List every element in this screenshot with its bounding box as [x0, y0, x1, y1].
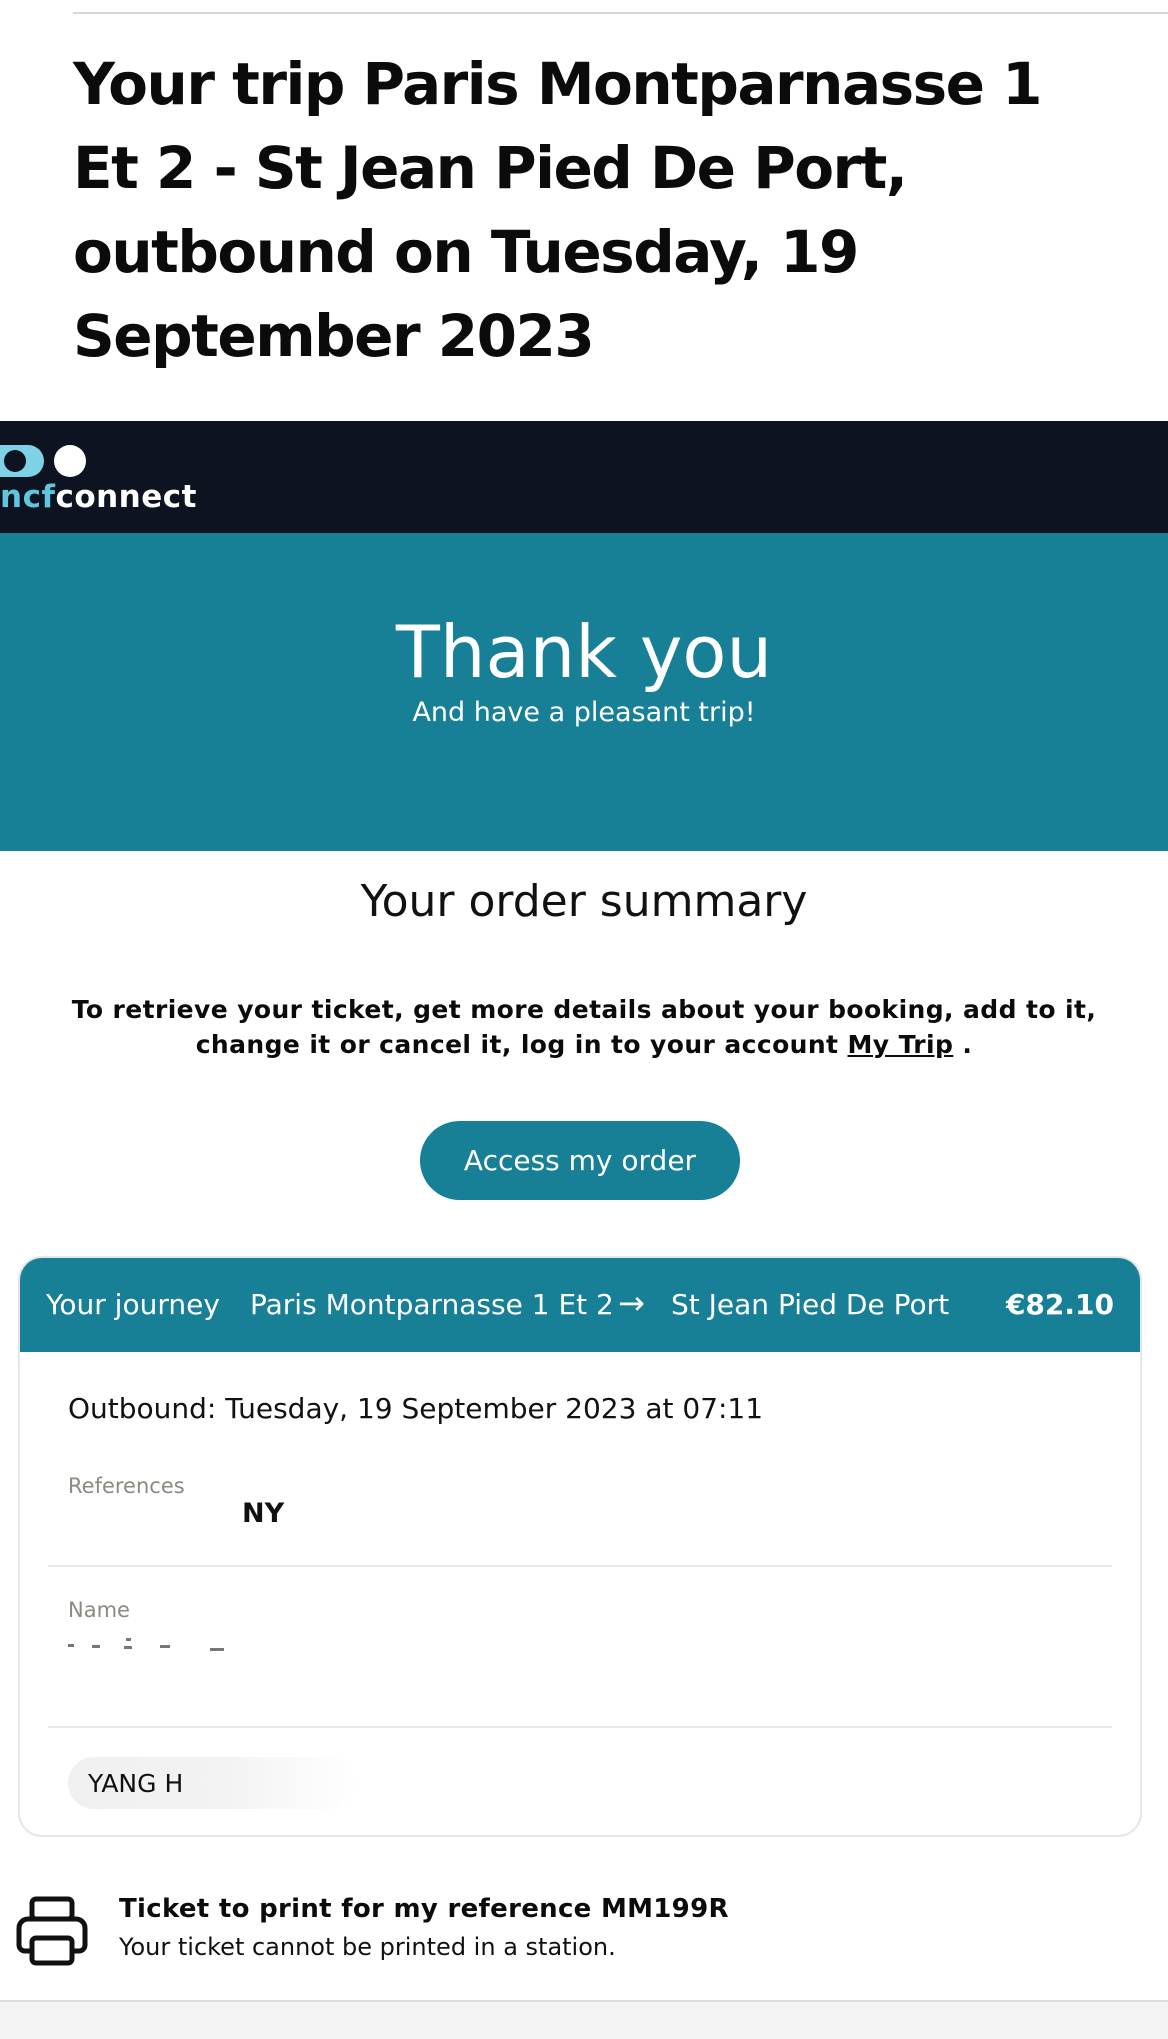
- ticket-print-title: Ticket to print for my reference MM199R: [119, 1894, 729, 1924]
- brand-header-bar: [0, 421, 1168, 533]
- hero-subtitle: And have a pleasant trip!: [412, 697, 756, 728]
- journey-card: Your journey Paris Montparnasse 1 Et 2 →…: [18, 1256, 1142, 1837]
- references-label: References: [68, 1474, 185, 1498]
- logo-toggle-knob: [4, 450, 26, 472]
- bottom-bar: [0, 2000, 1168, 2039]
- name-value-redacted: [68, 1636, 238, 1656]
- ticket-print-note: Your ticket cannot be printed in a stati…: [119, 1933, 616, 1961]
- journey-price: €82.10: [1005, 1288, 1114, 1321]
- logo-wordmark: ncfconnect: [0, 479, 197, 515]
- journey-label: Your journey: [46, 1288, 220, 1321]
- journey-header: Your journey Paris Montparnasse 1 Et 2 →…: [20, 1258, 1140, 1352]
- logo-dot-icon: [54, 445, 86, 477]
- printer-icon: [16, 1896, 88, 1966]
- journey-origin: Paris Montparnasse 1 Et 2: [250, 1288, 614, 1321]
- card-divider: [48, 1565, 1112, 1567]
- card-divider: [48, 1726, 1112, 1728]
- arrow-right-icon: →: [618, 1284, 645, 1322]
- outbound-datetime: Outbound: Tuesday, 19 September 2023 at …: [68, 1392, 764, 1425]
- name-label: Name: [68, 1598, 130, 1622]
- retrieve-instructions: To retrieve your ticket, get more detail…: [71, 995, 1097, 1059]
- my-trip-link[interactable]: My Trip: [848, 1030, 954, 1059]
- passenger-chip: YANG H: [68, 1757, 358, 1809]
- hero-title: Thank you: [395, 610, 773, 694]
- logo-toggle-icon: [0, 445, 44, 477]
- access-my-order-button[interactable]: Access my order: [420, 1121, 740, 1200]
- passenger-name: YANG H: [88, 1769, 184, 1798]
- email-subject-title: Your trip Paris Montparnasse 1 Et 2 - St…: [73, 50, 1043, 370]
- references-value: NY: [242, 1498, 285, 1529]
- order-summary-title: Your order summary: [360, 876, 808, 927]
- journey-destination: St Jean Pied De Port: [671, 1288, 950, 1321]
- thank-you-banner: Thank you And have a pleasant trip!: [0, 533, 1168, 851]
- top-divider: [73, 12, 1168, 14]
